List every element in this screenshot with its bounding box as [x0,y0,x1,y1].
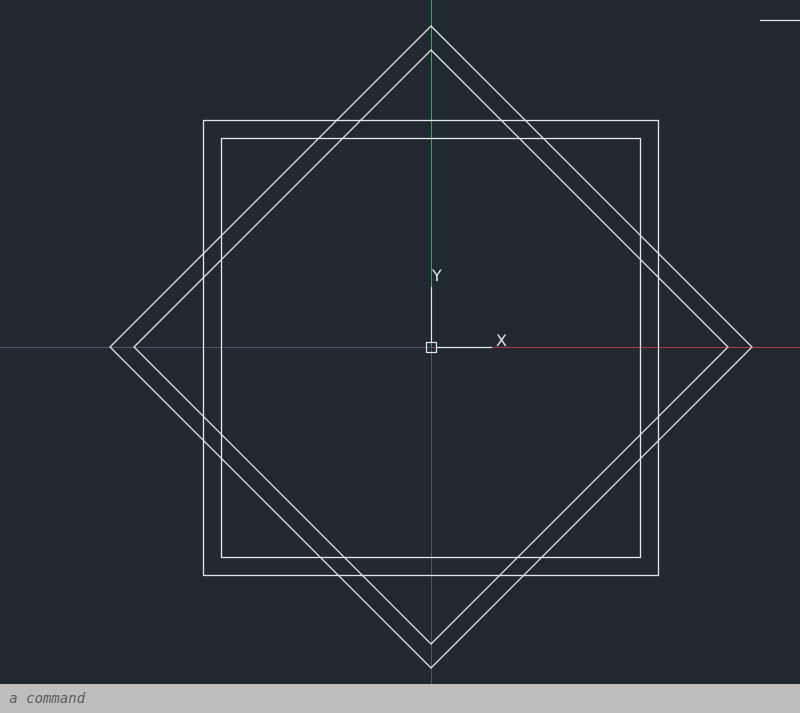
ucs-icon: Y X [425,266,507,354]
command-line[interactable] [0,684,800,713]
ucs-x-label: X [496,331,507,350]
command-input[interactable] [0,684,800,713]
model-space[interactable]: Y X [0,0,800,684]
drawing-canvas[interactable]: Y X [0,0,800,684]
ucs-y-label: Y [431,266,442,285]
